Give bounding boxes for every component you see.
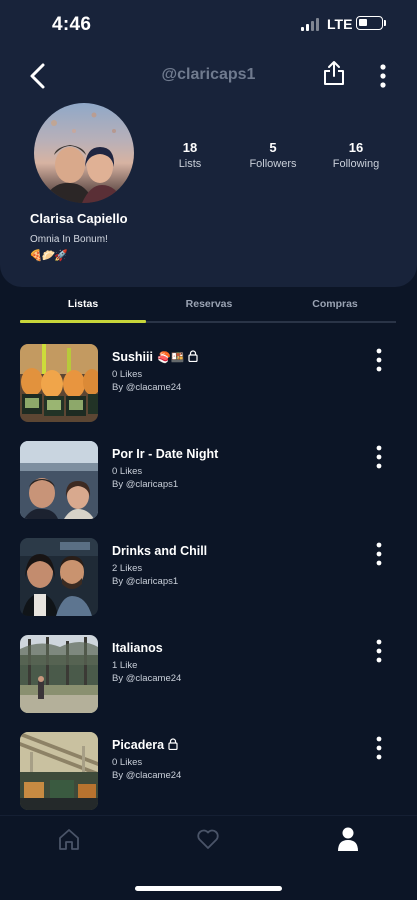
lock-icon [188, 350, 198, 362]
stat-lists-value: 18 [182, 140, 198, 155]
list-likes: 1 Like [112, 660, 138, 671]
list-title: Por Ir - Date Night [112, 447, 218, 461]
list-title: Drinks and Chill [112, 544, 207, 558]
list-author[interactable]: By @claricaps1 [112, 576, 178, 587]
lock-icon [168, 738, 178, 750]
list-title-text: Italianos [112, 641, 163, 655]
list-title-badge: 🍣🍱 [156, 352, 185, 364]
tab-compras[interactable]: Compras [272, 298, 398, 310]
list-item-por-ir[interactable]: Por Ir - Date Night 0 Likes By @claricap… [0, 441, 417, 521]
list-thumbnail [20, 732, 98, 810]
stat-lists-label: Lists [178, 158, 202, 170]
stat-followers[interactable]: 5 Followers [238, 140, 308, 170]
stat-following[interactable]: 16 Following [321, 140, 391, 170]
list-item-picadera[interactable]: Picadera 0 Likes By @clacame24 [0, 732, 417, 812]
home-indicator [135, 886, 282, 891]
tab-listas[interactable]: Listas [20, 298, 146, 310]
home-icon[interactable] [57, 827, 81, 851]
list-title-text: Por Ir - Date Night [112, 447, 219, 461]
list-item-italianos[interactable]: Italianos 1 Like By @clacame24 [0, 635, 417, 715]
list-title: Italianos [112, 641, 163, 655]
list-thumbnail [20, 635, 98, 713]
more-vertical-icon[interactable] [374, 542, 384, 566]
list-author[interactable]: By @clacame24 [112, 673, 181, 684]
stat-followers-value: 5 [269, 140, 277, 155]
more-vertical-icon[interactable] [374, 639, 384, 663]
list-likes: 2 Likes [112, 563, 143, 574]
profile-bio: Omnia In Bonum! [30, 234, 108, 245]
more-vertical-icon[interactable] [374, 736, 384, 760]
more-vertical-icon[interactable] [374, 445, 384, 469]
page-title-username: @claricaps1 [161, 66, 256, 83]
heart-icon[interactable] [196, 828, 220, 850]
cellular-signal-icon [301, 17, 323, 31]
list-thumbnail [20, 538, 98, 616]
profile-name: Clarisa Capiello [30, 211, 128, 226]
list-likes: 0 Likes [112, 369, 143, 380]
tab-reservas[interactable]: Reservas [146, 298, 272, 310]
more-vertical-icon[interactable] [374, 348, 384, 372]
list-likes: 0 Likes [112, 757, 143, 768]
profile-emojis: 🍕🥟🚀 [29, 250, 68, 262]
list-author[interactable]: By @clacame24 [112, 382, 181, 393]
stat-lists[interactable]: 18 Lists [155, 140, 225, 170]
stat-following-value: 16 [348, 140, 364, 155]
avatar[interactable] [34, 103, 134, 203]
status-time: 4:46 [52, 14, 92, 35]
list-title-text: Sushiii [112, 350, 153, 364]
list-author[interactable]: By @claricaps1 [112, 479, 178, 490]
share-icon[interactable] [322, 60, 346, 86]
stat-following-label: Following [332, 158, 380, 170]
network-type: LTE [327, 16, 353, 32]
avatar-photo [42, 112, 124, 203]
more-vertical-icon[interactable] [378, 63, 388, 89]
stat-followers-label: Followers [249, 158, 297, 170]
battery-level [359, 19, 367, 26]
battery-icon [356, 16, 383, 30]
list-likes: 0 Likes [112, 466, 143, 477]
list-title: Picadera [112, 738, 178, 752]
list-title-text: Picadera [112, 738, 165, 752]
list-author[interactable]: By @clacame24 [112, 770, 181, 781]
profile-icon[interactable] [337, 826, 359, 852]
list-title-text: Drinks and Chill [112, 544, 208, 558]
list-thumbnail [20, 344, 98, 422]
battery-tip [384, 20, 386, 26]
list-title: Sushiii 🍣🍱 [112, 350, 198, 364]
list-item-sushiii[interactable]: Sushiii 🍣🍱 0 Likes By @clacame24 [0, 344, 417, 424]
list-thumbnail [20, 441, 98, 519]
tab-active-indicator [20, 320, 146, 323]
list-item-drinks-and-chill[interactable]: Drinks and Chill 2 Likes By @claricaps1 [0, 538, 417, 618]
